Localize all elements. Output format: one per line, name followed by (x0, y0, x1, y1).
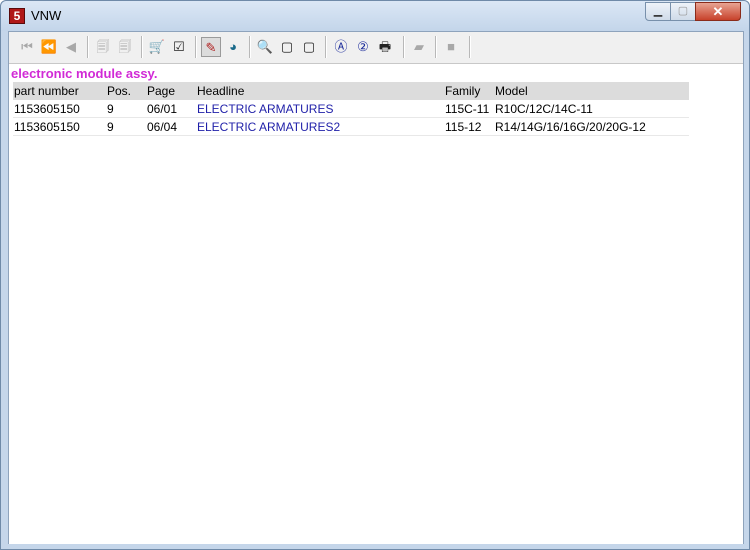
document-forward-icon: 🗐 (118, 39, 132, 54)
eraser-icon: ▰ (414, 39, 424, 54)
table-row[interactable]: 1153605150 9 06/04 ELECTRIC ARMATURES2 1… (13, 117, 689, 136)
printer-icon: 🖶 (378, 39, 392, 54)
stop-button[interactable]: ■ (441, 37, 461, 57)
section-title: electronic module assy. (11, 66, 158, 81)
page-icon: ▢ (280, 39, 294, 54)
a-button[interactable]: Ⓐ (331, 37, 351, 57)
client-area: ⏮ ⏪ ◀ 🗐 🗐 🛒 ☑ ✎ ◕ 🔍 ▢ ▢ Ⓐ ② 🖶 ▰ ■ electr… (8, 31, 744, 544)
toolbar-separator (195, 36, 197, 58)
checklist-icon: ☑ (173, 39, 185, 54)
column-header-family[interactable]: Family (444, 82, 494, 100)
column-header-model[interactable]: Model (494, 82, 689, 100)
first-record-button[interactable]: ⏮ (17, 37, 37, 57)
zoom-button[interactable]: 🔍 (255, 37, 275, 57)
cell-pos: 9 (106, 117, 146, 136)
arrow-left-icon: ◀ (66, 39, 76, 54)
tag-button[interactable]: ✎ (201, 37, 221, 57)
cell-pos: 9 (106, 100, 146, 118)
back-doc-button[interactable]: 🗐 (93, 37, 113, 57)
application-window: 5 VNW ▁ ▢ ✕ ⏮ ⏪ ◀ 🗐 🗐 🛒 ☑ ✎ ◕ 🔍 ▢ ▢ Ⓐ ② … (0, 0, 750, 550)
column-header-pos[interactable]: Pos. (106, 82, 146, 100)
toolbar-separator (469, 36, 471, 58)
forward-doc-button[interactable]: 🗐 (115, 37, 135, 57)
checklist-button[interactable]: ☑ (169, 37, 189, 57)
first-record-icon: ⏮ (21, 39, 33, 54)
cell-part-number: 1153605150 (13, 117, 106, 136)
page-alt-icon: ▢ (302, 39, 316, 54)
magnifier-icon: 🔍 (256, 39, 274, 54)
circled-a-icon: Ⓐ (334, 39, 348, 54)
parts-table: part number Pos. Page Headline Family Mo… (13, 82, 689, 136)
maximize-button[interactable]: ▢ (670, 2, 696, 21)
page-button[interactable]: ▢ (277, 37, 297, 57)
globe-button[interactable]: ◕ (223, 37, 243, 57)
minimize-icon: ▁ (653, 5, 663, 17)
table-header-row: part number Pos. Page Headline Family Mo… (13, 82, 689, 100)
column-header-part-number[interactable]: part number (13, 82, 106, 100)
maximize-icon: ▢ (677, 5, 689, 17)
cell-page: 06/01 (146, 100, 196, 118)
title-bar[interactable]: 5 VNW ▁ ▢ ✕ (1, 1, 749, 31)
toolbar-separator (325, 36, 327, 58)
results-pane: electronic module assy. part number Pos.… (9, 64, 743, 544)
document-back-icon: 🗐 (96, 39, 110, 54)
circled-two-icon: ② (357, 39, 369, 54)
print-button[interactable]: 🖶 (375, 37, 395, 57)
globe-icon: ◕ (229, 39, 237, 54)
minimize-button[interactable]: ▁ (645, 2, 671, 21)
headline-link[interactable]: ELECTRIC ARMATURES (196, 100, 444, 118)
cell-model: R14/14G/16/16G/20/20G-12 (494, 117, 689, 136)
cell-family: 115C-11 (444, 100, 494, 118)
toolbar-separator (141, 36, 143, 58)
close-button[interactable]: ✕ (695, 2, 741, 21)
close-icon: ✕ (712, 4, 724, 19)
column-header-headline[interactable]: Headline (196, 82, 444, 100)
cell-model: R10C/12C/14C-11 (494, 100, 689, 118)
toolbar-separator (249, 36, 251, 58)
headline-link[interactable]: ELECTRIC ARMATURES2 (196, 117, 444, 136)
two-button[interactable]: ② (353, 37, 373, 57)
cell-family: 115-12 (444, 117, 494, 136)
cart-button[interactable]: 🛒 (147, 37, 167, 57)
toolbar-separator (403, 36, 405, 58)
rewind-icon: ⏪ (40, 39, 58, 54)
app-logo-icon: 5 (9, 8, 25, 24)
previous-record-button[interactable]: ◀ (61, 37, 81, 57)
toolbar: ⏮ ⏪ ◀ 🗐 🗐 🛒 ☑ ✎ ◕ 🔍 ▢ ▢ Ⓐ ② 🖶 ▰ ■ (9, 32, 743, 64)
previous-page-button[interactable]: ⏪ (39, 37, 59, 57)
column-header-page[interactable]: Page (146, 82, 196, 100)
eraser-button[interactable]: ▰ (409, 37, 429, 57)
cart-icon: 🛒 (148, 39, 166, 54)
page-alt-button[interactable]: ▢ (299, 37, 319, 57)
window-title: VNW (31, 8, 62, 23)
cell-part-number: 1153605150 (13, 100, 106, 118)
toolbar-separator (435, 36, 437, 58)
stop-icon: ■ (447, 39, 455, 54)
cell-page: 06/04 (146, 117, 196, 136)
table-row[interactable]: 1153605150 9 06/01 ELECTRIC ARMATURES 11… (13, 100, 689, 118)
tag-icon: ✎ (205, 40, 217, 55)
toolbar-separator (87, 36, 89, 58)
